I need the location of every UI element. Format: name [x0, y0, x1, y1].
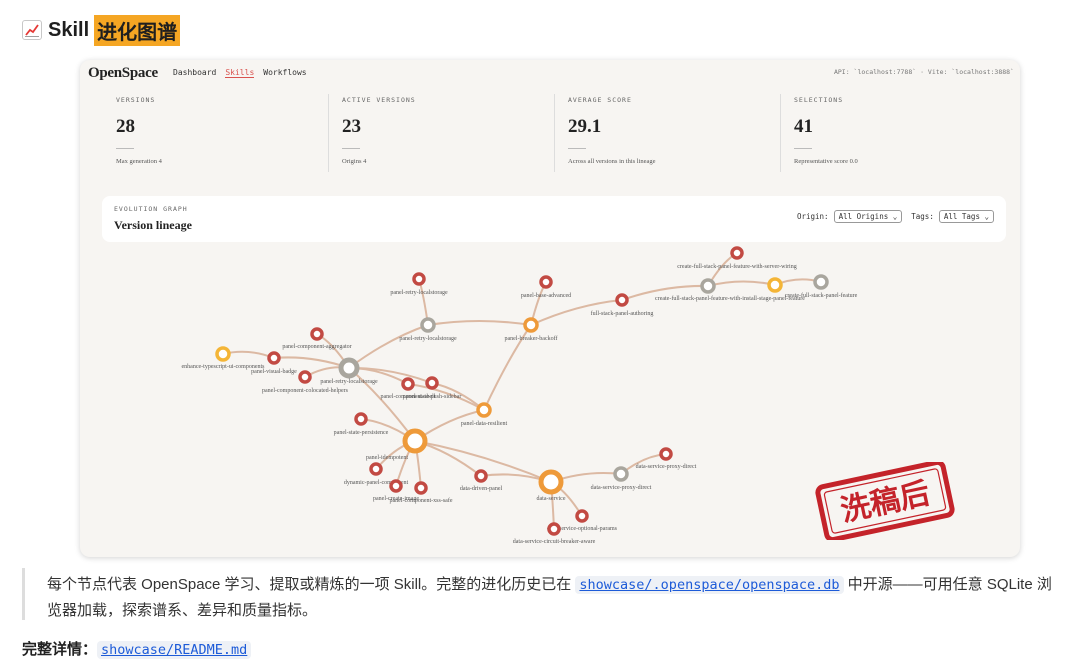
- node-circle[interactable]: [402, 428, 428, 454]
- graph-edge: [707, 280, 776, 287]
- node-circle[interactable]: [412, 272, 426, 286]
- node-label: create-full-stack-panel-feature-with-ser…: [677, 263, 796, 270]
- node-circle[interactable]: [615, 293, 629, 307]
- graph-node[interactable]: panel-data-resilient: [461, 402, 508, 427]
- chart-increasing-icon: [22, 20, 42, 40]
- node-circle[interactable]: [215, 346, 231, 362]
- description-quote: 每个节点代表 OpenSpace 学习、提取或精炼的一项 Skill。完整的进化…: [22, 568, 1055, 620]
- graph-node[interactable]: full-stack-panel-authoring: [591, 293, 654, 317]
- node-circle[interactable]: [338, 357, 360, 379]
- node-label: panel-breaker-backoff: [504, 335, 557, 342]
- node-circle[interactable]: [523, 317, 539, 333]
- node-label: create-full-stack-panel-feature-with-ins…: [655, 295, 805, 302]
- description-text: 每个节点代表 OpenSpace 学习、提取或精炼的一项 Skill。完整的进化…: [25, 568, 1055, 623]
- node-circle[interactable]: [547, 522, 561, 536]
- heading-highlight: 进化图谱: [94, 14, 181, 46]
- node-circle[interactable]: [369, 462, 383, 476]
- graph-node[interactable]: panel-component-aggregator: [282, 327, 352, 350]
- graph-node[interactable]: create-full-stack-panel-feature-with-ser…: [677, 246, 797, 270]
- node-circle[interactable]: [267, 351, 281, 365]
- node-circle[interactable]: [310, 327, 324, 341]
- rewrite-stamp: 洗稿后: [815, 462, 955, 540]
- node-label: data-driven-panel: [460, 486, 503, 492]
- openspace-screenshot: OpenSpace Dashboard Skills Workflows API…: [80, 60, 1020, 557]
- node-circle[interactable]: [401, 377, 415, 391]
- graph-node[interactable]: data-service-proxy-direct: [591, 466, 652, 491]
- graph-edge: [348, 324, 429, 369]
- node-circle[interactable]: [613, 466, 629, 482]
- node-label: panel-state-persistence: [334, 430, 389, 436]
- graph-node[interactable]: panel-retry-localstorage: [320, 357, 378, 385]
- db-path-link[interactable]: showcase/.openspace/openspace.db: [575, 576, 844, 594]
- graph-node[interactable]: data-service: [537, 469, 566, 502]
- node-label: panel-component-xss-safe: [390, 497, 453, 504]
- node-label: full-stack-panel-authoring: [591, 310, 654, 317]
- node-circle[interactable]: [476, 402, 492, 418]
- graph-node[interactable]: [700, 278, 716, 294]
- node-label: panel-state-push-sidebar: [403, 394, 462, 400]
- node-label: panel-data-resilient: [461, 421, 508, 427]
- graph-edge: [427, 320, 532, 326]
- node-label: panel-base-advanced: [521, 293, 571, 299]
- node-circle[interactable]: [298, 370, 312, 384]
- detail-label: 完整详情：: [22, 641, 98, 658]
- node-circle[interactable]: [659, 447, 673, 461]
- description-before: 每个节点代表 OpenSpace 学习、提取或精炼的一项 Skill。完整的进化…: [47, 576, 576, 593]
- node-circle[interactable]: [420, 317, 436, 333]
- node-circle[interactable]: [767, 277, 783, 293]
- detail-line: 完整详情： showcase/README.md: [22, 638, 252, 659]
- node-label: panel-component-aggregator: [282, 344, 351, 350]
- node-label: data-service-proxy-direct: [636, 464, 697, 470]
- graph-node[interactable]: panel-state-persistence: [334, 412, 389, 436]
- node-circle[interactable]: [813, 274, 829, 290]
- graph-node[interactable]: [767, 277, 783, 293]
- node-circle[interactable]: [354, 412, 368, 426]
- page-heading: Skill 进化图谱: [22, 14, 181, 46]
- node-label: data-service-proxy-direct: [591, 485, 652, 491]
- node-label: panel-component-colocated-helpers: [262, 388, 349, 394]
- node-circle[interactable]: [539, 275, 553, 289]
- node-label: panel-idempotent: [366, 455, 408, 461]
- heading-prefix: Skill: [48, 18, 90, 41]
- node-label: data-service: [537, 496, 566, 502]
- node-circle[interactable]: [414, 481, 428, 495]
- node-circle[interactable]: [730, 246, 744, 260]
- node-label: panel-retry-localstorage: [390, 290, 448, 296]
- node-circle[interactable]: [700, 278, 716, 294]
- node-circle[interactable]: [575, 509, 589, 523]
- node-circle[interactable]: [425, 376, 439, 390]
- node-circle[interactable]: [389, 479, 403, 493]
- node-label: panel-retry-localstorage: [399, 336, 457, 342]
- graph-node[interactable]: create-full-stack-panel-feature-with-ins…: [655, 295, 805, 302]
- graph-node[interactable]: enhance-typescript-ui-components: [182, 346, 266, 370]
- graph-node[interactable]: panel-base-advanced: [521, 275, 571, 299]
- node-label: data-service-circuit-breaker-aware: [513, 539, 596, 545]
- node-circle[interactable]: [538, 469, 564, 495]
- node-label: panel-visual-badge: [251, 369, 297, 375]
- node-label: create-full-stack-panel-feature: [785, 292, 858, 299]
- node-label: panel-retry-localstorage: [320, 379, 378, 385]
- graph-node[interactable]: panel-retry-localstorage: [390, 272, 448, 296]
- node-circle[interactable]: [474, 469, 488, 483]
- readme-link[interactable]: showcase/README.md: [97, 641, 252, 659]
- graph-nodes: panel-retry-localstorage panel-base-advan…: [182, 246, 858, 545]
